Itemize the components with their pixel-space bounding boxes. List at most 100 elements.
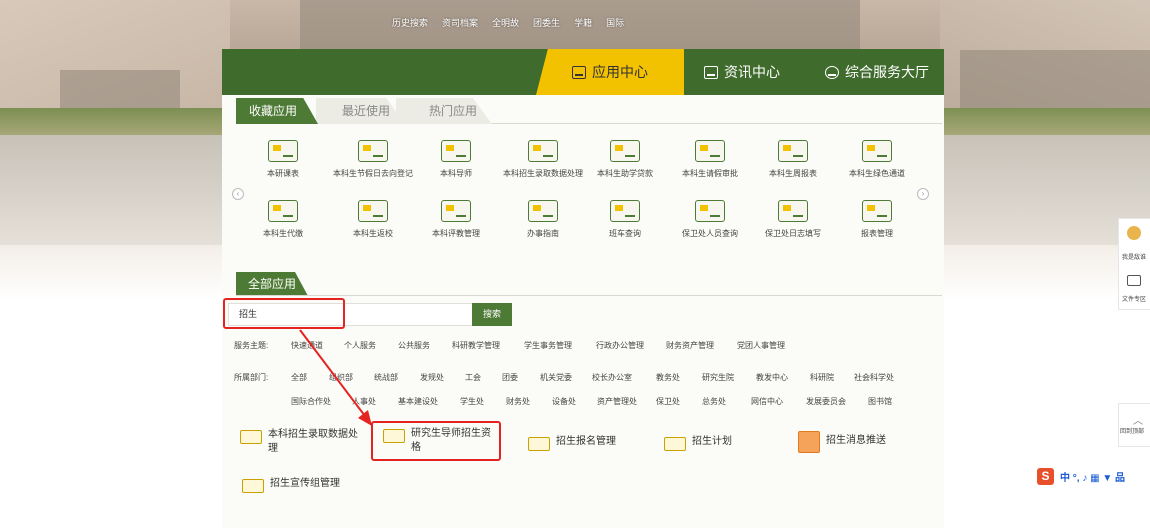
tab-favorite-apps[interactable]: 收藏应用 [236,98,318,124]
app-item[interactable]: 本研课表 [242,140,324,180]
tab-popular-apps-label: 热门应用 [428,104,477,118]
search-button[interactable]: 搜索 [472,303,512,326]
department-item[interactable]: 组织部 [329,372,353,383]
department-item[interactable]: 统战部 [374,372,398,383]
assistant-icon[interactable] [1127,226,1141,240]
result-name: 招生消息推送 [826,435,886,446]
app-item[interactable]: 报表管理 [836,200,918,240]
top-link[interactable]: 资司档案 [442,16,478,29]
department-item[interactable]: 资产管理处 [597,396,637,407]
tab-service-hall-label: 综合服务大厅 [845,64,929,80]
service-topic-item[interactable]: 科研教学管理 [452,340,500,351]
app-item[interactable]: 本科生助学贷款 [584,140,666,180]
app-item[interactable]: 班车查询 [584,200,666,240]
tab-app-center[interactable]: 应用中心 [536,49,684,95]
service-topic-item[interactable]: 党团人事管理 [737,340,785,351]
tab-favorite-apps-label: 收藏应用 [248,104,297,118]
department-item[interactable]: 研究生院 [702,372,734,383]
prev-arrow-button[interactable]: ‹ [232,188,244,200]
app-item[interactable]: 本科生返校 [332,200,414,240]
app-icon [610,140,640,162]
app-icon [528,200,558,222]
divider [236,295,942,296]
app-name: 本科生绿色通道 [849,169,905,178]
department-item[interactable]: 机关党委 [540,372,572,383]
department-item[interactable]: 学生处 [460,396,484,407]
department-item[interactable]: 教务处 [656,372,680,383]
department-item[interactable]: 总务处 [702,396,726,407]
tab-news-center[interactable]: 资讯中心 [686,49,798,95]
app-icon [240,430,262,444]
service-topic-item[interactable]: 财务资产管理 [666,340,714,351]
app-item[interactable]: 本科导师 [415,140,497,180]
app-name: 本科评教管理 [432,229,480,238]
department-item[interactable]: 网信中心 [751,396,783,407]
result-item[interactable]: 招生宣传组管理 [242,477,340,493]
service-topic-item[interactable]: 学生事务管理 [524,340,572,351]
tab-app-center-label: 应用中心 [592,64,648,80]
app-item[interactable]: 本科生节假日去向登记 [332,140,414,180]
folder-icon[interactable] [1127,275,1141,286]
department-item[interactable]: 教发中心 [756,372,788,383]
app-icon [528,437,550,451]
app-icon [778,200,808,222]
department-item[interactable]: 团委 [502,372,518,383]
top-link[interactable]: 学籍 [574,16,592,29]
result-name: 招生报名管理 [556,436,616,447]
tab-recent-apps[interactable]: 最近使用 [316,98,404,124]
side-widget-item[interactable]: 文件专区 [1122,294,1146,303]
app-item[interactable]: 保卫处人员查询 [669,200,751,240]
top-link[interactable]: 国际 [606,16,624,29]
service-topic-item[interactable]: 公共服务 [398,340,430,351]
department-item[interactable]: 财务处 [506,396,530,407]
service-topic-item[interactable]: 行政办公管理 [596,340,644,351]
department-item[interactable]: 设备处 [552,396,576,407]
result-item[interactable]: 招生报名管理 [528,435,616,451]
result-item[interactable]: 本科招生录取数据处理 [240,428,360,456]
department-item[interactable]: 人事处 [352,396,376,407]
department-item[interactable]: 保卫处 [656,396,680,407]
department-row-2: 国际合作处 人事处 基本建设处 学生处 财务处 设备处 资产管理处 保卫处 总务… [234,396,934,408]
app-icon [358,140,388,162]
department-item[interactable]: 校长办公室 [592,372,632,383]
top-link[interactable]: 全明故 [492,16,519,29]
top-link[interactable]: 团委生 [533,16,560,29]
app-item[interactable]: 本科生周报表 [752,140,834,180]
ime-toolbar[interactable]: S 中 °, ♪ ▦ ▼ 品 [1037,468,1125,485]
service-topic-item[interactable]: 个人服务 [344,340,376,351]
app-name: 本科导师 [440,169,472,178]
app-icon [778,140,808,162]
app-item[interactable]: 本科生绿色通道 [836,140,918,180]
department-item[interactable]: 基本建设处 [398,396,438,407]
department-item[interactable]: 工会 [465,372,481,383]
annotation-box-result [371,421,501,461]
app-item[interactable]: 本科招生录取数据处理 [502,140,584,180]
app-name: 本研课表 [267,169,299,178]
next-arrow-button[interactable]: › [917,188,929,200]
result-item[interactable]: 招生计划 [664,435,732,451]
app-item[interactable]: 保卫处日志填写 [752,200,834,240]
result-item[interactable]: 招生消息推送 [798,429,886,453]
app-icon [528,140,558,162]
app-item[interactable]: 本科生请假审批 [669,140,751,180]
tab-popular-apps[interactable]: 热门应用 [396,98,492,124]
department-item[interactable]: 图书馆 [868,396,892,407]
department-item[interactable]: 全部 [291,372,307,383]
ime-controls: 中 °, ♪ ▦ ▼ 品 [1060,473,1126,484]
app-item[interactable]: 办事指南 [502,200,584,240]
app-icon [862,200,892,222]
side-widget-item[interactable]: 我是敌谁 [1122,252,1146,261]
department-item[interactable]: 发规处 [420,372,444,383]
app-item[interactable]: 本科生代缴 [242,200,324,240]
department-item[interactable]: 发展委员会 [806,396,846,407]
service-topic-label: 服务主题: [234,341,269,350]
ime-logo-icon: S [1037,468,1054,485]
service-topic-item[interactable]: 快速通道 [291,340,323,351]
department-item[interactable]: 科研院 [810,372,834,383]
department-item[interactable]: 社会科学处 [854,372,894,383]
top-link[interactable]: 历史搜索 [392,16,428,29]
person-icon [825,65,839,79]
tab-service-hall[interactable]: 综合服务大厅 [810,49,944,95]
app-item[interactable]: 本科评教管理 [415,200,497,240]
department-item[interactable]: 国际合作处 [291,396,331,407]
